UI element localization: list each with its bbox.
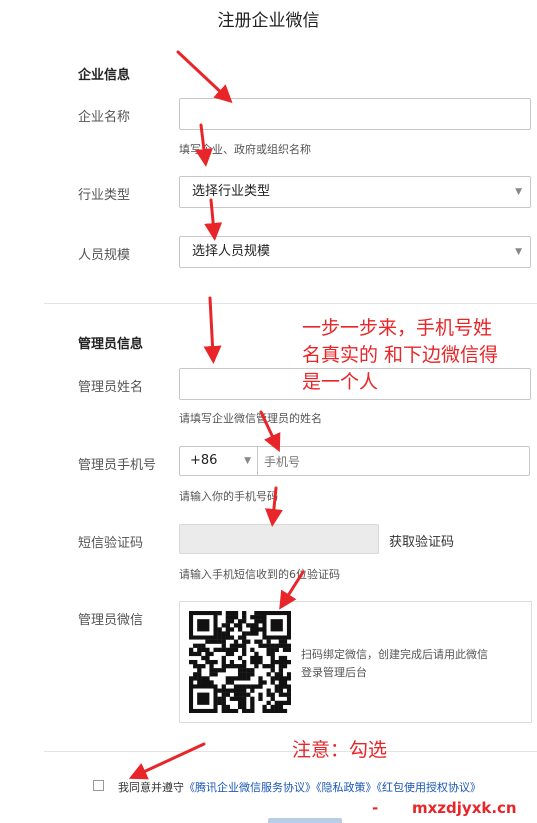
sms-code-label: 短信验证码 xyxy=(78,536,144,551)
dropdown-caret-icon: ▼ xyxy=(515,247,522,257)
company-name-hint: 填写企业、政府或组织名称 xyxy=(179,143,311,156)
red-packet-agreement-link[interactable]: 《红包使用授权协议》 xyxy=(377,781,482,794)
agreement-checkbox[interactable] xyxy=(93,780,104,791)
phone-number-input[interactable] xyxy=(260,447,532,477)
company-name-label: 企业名称 xyxy=(78,110,131,125)
admin-phone-field: +86 ▼ xyxy=(179,446,532,477)
annotation-line2: 名真实的 和下边微信得 xyxy=(302,344,499,366)
qr-instruction-line2: 登录管理后台 xyxy=(301,666,367,679)
staff-size-select[interactable]: 选择人员规模 ▼ xyxy=(179,236,531,268)
agreement-text: 我同意并遵守《腾讯企业微信服务协议》《隐私政策》《红包使用授权协议》 xyxy=(118,779,481,795)
dropdown-caret-icon: ▼ xyxy=(515,187,522,197)
sms-code-hint: 请输入手机短信收到的6位验证码 xyxy=(179,568,340,581)
qr-finder-pattern xyxy=(262,611,291,640)
admin-name-hint: 请填写企业微信管理员的姓名 xyxy=(179,412,322,425)
qr-finder-pattern xyxy=(189,611,218,640)
arrow-icon xyxy=(203,296,222,364)
page-title: 注册企业微信 xyxy=(217,11,320,31)
dropdown-caret-icon: ▼ xyxy=(244,456,251,466)
country-code-value: +86 xyxy=(190,453,218,468)
arrow-icon xyxy=(176,50,233,104)
company-section-heading: 企业信息 xyxy=(78,68,131,83)
arrow-icon xyxy=(128,742,206,780)
country-code-select[interactable]: +86 ▼ xyxy=(180,447,258,475)
qr-finder-pattern xyxy=(189,684,218,713)
industry-select[interactable]: 选择行业类型 ▼ xyxy=(179,176,531,208)
admin-phone-label: 管理员手机号 xyxy=(78,458,157,473)
privacy-policy-link[interactable]: 《隐私政策》 xyxy=(316,781,377,794)
section-divider xyxy=(44,303,537,304)
annotation-line1: 一步一步来，手机号姓 xyxy=(302,317,493,339)
staff-size-select-value: 选择人员规模 xyxy=(192,244,271,259)
sms-code-input[interactable] xyxy=(179,524,379,554)
watermark-dash: - xyxy=(372,799,379,817)
admin-section-heading: 管理员信息 xyxy=(78,337,144,352)
annotation-check-note: 注意：勾选 xyxy=(292,739,388,761)
company-name-input[interactable] xyxy=(179,98,531,130)
admin-wechat-label: 管理员微信 xyxy=(78,613,144,628)
admin-phone-hint: 请输入你的手机号码 xyxy=(179,490,278,503)
staff-size-label: 人员规模 xyxy=(78,248,131,263)
qr-code xyxy=(189,611,291,713)
qr-instructions: 扫码绑定微信，创建完成后请用此微信 登录管理后台 xyxy=(301,646,488,682)
industry-select-value: 选择行业类型 xyxy=(192,184,271,199)
submit-button[interactable] xyxy=(268,818,342,823)
service-agreement-link[interactable]: 《腾讯企业微信服务协议》 xyxy=(184,781,316,794)
annotation-line3: 是一个人 xyxy=(302,371,379,393)
annotation-note: 一步一步来，手机号姓 名真实的 和下边微信得 是一个人 xyxy=(302,315,498,396)
agreement-prefix: 我同意并遵守 xyxy=(118,781,184,794)
wechat-qr-panel: 扫码绑定微信，创建完成后请用此微信 登录管理后台 xyxy=(179,601,532,723)
qr-instruction-line1: 扫码绑定微信，创建完成后请用此微信 xyxy=(301,648,488,661)
admin-name-label: 管理员姓名 xyxy=(78,380,144,395)
get-sms-code-button[interactable]: 获取验证码 xyxy=(389,531,454,550)
watermark: mxzdjyxk.cn xyxy=(412,799,517,817)
section-divider xyxy=(44,751,537,752)
industry-label: 行业类型 xyxy=(78,188,131,203)
